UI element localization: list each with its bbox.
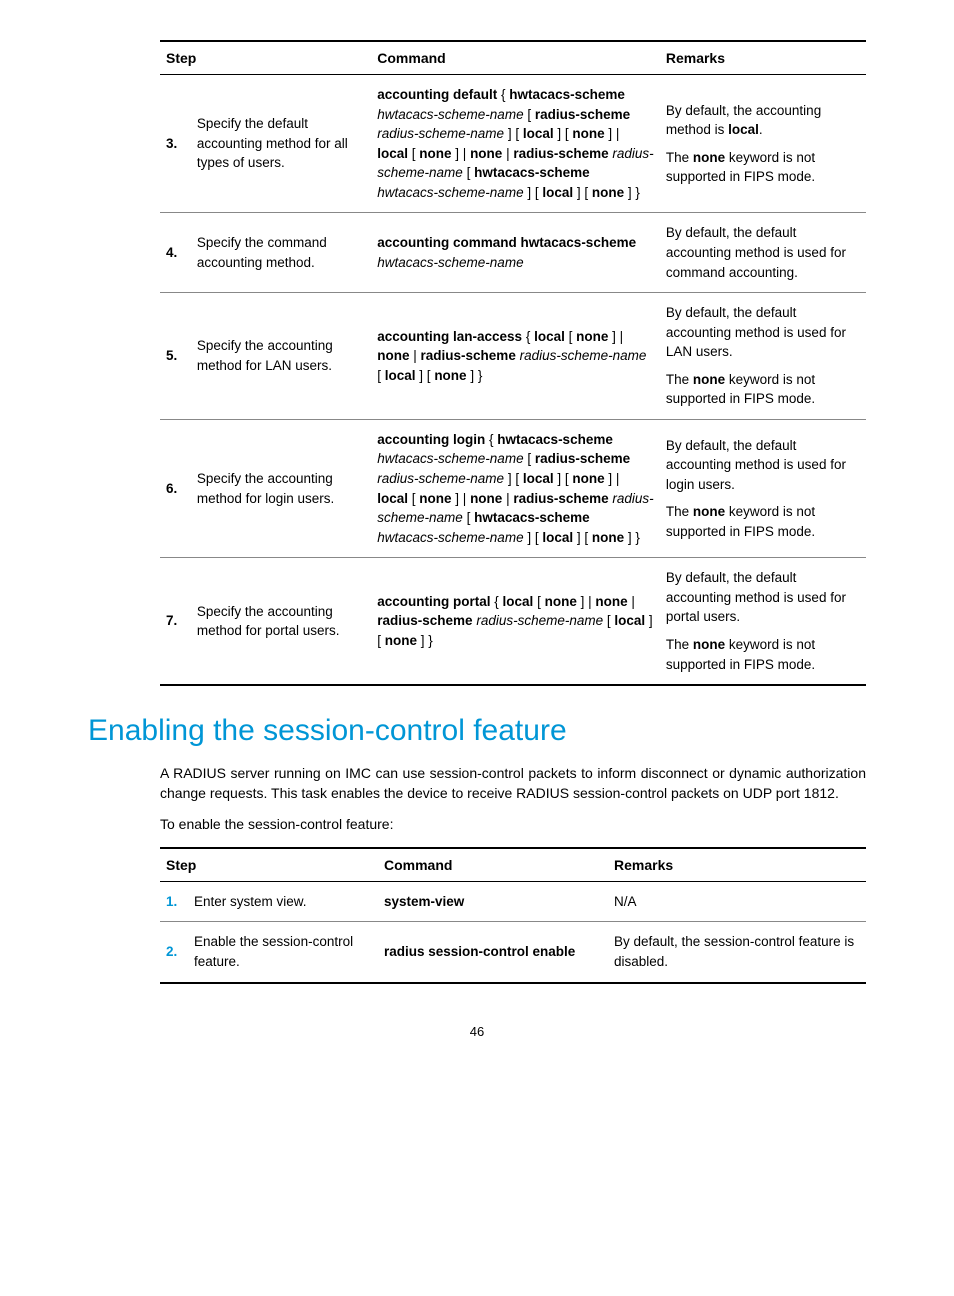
intro-paragraph-2: To enable the session-control feature:: [160, 815, 866, 835]
step-description: Specify the accounting method for login …: [191, 419, 371, 557]
step-number: 4.: [160, 213, 191, 293]
table-row: 2.Enable the session-control feature.rad…: [160, 922, 866, 983]
col-header-command: Command: [378, 848, 608, 882]
col-header-step: Step: [160, 848, 378, 882]
table-row: 5.Specify the accounting method for LAN …: [160, 293, 866, 420]
command-cell: accounting login { hwtacacs-scheme hwtac…: [371, 419, 660, 557]
col-header-step: Step: [160, 41, 371, 75]
remarks-cell: By default, the default accounting metho…: [660, 419, 866, 557]
remarks-cell: By default, the default accounting metho…: [660, 293, 866, 420]
step-number: 7.: [160, 558, 191, 685]
intro-paragraph-1: A RADIUS server running on IMC can use s…: [160, 764, 866, 803]
step-description: Enter system view.: [188, 881, 378, 922]
remarks-cell: N/A: [608, 881, 866, 922]
remarks-cell: By default, the default accounting metho…: [660, 558, 866, 685]
step-number: 6.: [160, 419, 191, 557]
col-header-remarks: Remarks: [608, 848, 866, 882]
step-description: Specify the accounting method for LAN us…: [191, 293, 371, 420]
step-number: 1.: [160, 881, 188, 922]
accounting-methods-table: Step Command Remarks 3.Specify the defau…: [160, 40, 866, 686]
col-header-remarks: Remarks: [660, 41, 866, 75]
step-description: Specify the default accounting method fo…: [191, 75, 371, 213]
step-description: Enable the session-control feature.: [188, 922, 378, 983]
command-cell: accounting default { hwtacacs-scheme hwt…: [371, 75, 660, 213]
section-heading: Enabling the session-control feature: [88, 714, 866, 748]
remarks-cell: By default, the session-control feature …: [608, 922, 866, 983]
remarks-cell: By default, the accounting method is loc…: [660, 75, 866, 213]
command-cell: accounting lan-access { local [ none ] |…: [371, 293, 660, 420]
table-row: 3.Specify the default accounting method …: [160, 75, 866, 213]
table-row: 6.Specify the accounting method for logi…: [160, 419, 866, 557]
table-row: 1.Enter system view.system-viewN/A: [160, 881, 866, 922]
table-row: 4.Specify the command accounting method.…: [160, 213, 866, 293]
command-cell: radius session-control enable: [378, 922, 608, 983]
step-number: 5.: [160, 293, 191, 420]
table-row: 7.Specify the accounting method for port…: [160, 558, 866, 685]
remarks-cell: By default, the default accounting metho…: [660, 213, 866, 293]
command-cell: system-view: [378, 881, 608, 922]
step-description: Specify the accounting method for portal…: [191, 558, 371, 685]
session-control-table: Step Command Remarks 1.Enter system view…: [160, 847, 866, 984]
page-number: 46: [88, 1024, 866, 1039]
step-number: 2.: [160, 922, 188, 983]
command-cell: accounting portal { local [ none ] | non…: [371, 558, 660, 685]
step-description: Specify the command accounting method.: [191, 213, 371, 293]
col-header-command: Command: [371, 41, 660, 75]
step-number: 3.: [160, 75, 191, 213]
command-cell: accounting command hwtacacs-scheme hwtac…: [371, 213, 660, 293]
